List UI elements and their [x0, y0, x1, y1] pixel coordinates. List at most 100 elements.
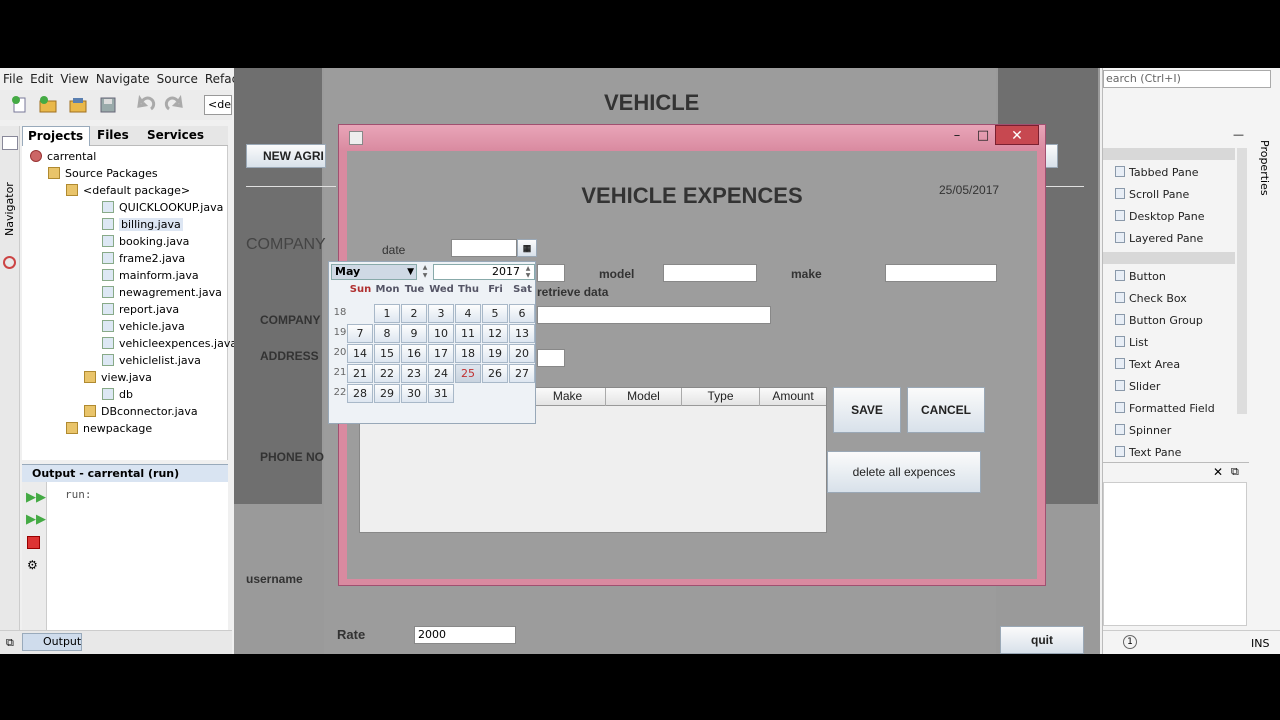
- calendar-day[interactable]: 21: [347, 364, 373, 383]
- calendar-day[interactable]: 12: [482, 324, 508, 343]
- palette-tabbed-pane[interactable]: Tabbed Pane: [1115, 166, 1198, 179]
- save-all-icon[interactable]: [98, 95, 118, 115]
- new-project-icon[interactable]: [38, 95, 58, 115]
- new-agreement-button[interactable]: NEW AGRI: [246, 144, 326, 168]
- calendar-day[interactable]: 23: [401, 364, 427, 383]
- calendar-day[interactable]: 16: [401, 344, 427, 363]
- calendar-day[interactable]: 30: [401, 384, 427, 403]
- palette-slider[interactable]: Slider: [1115, 380, 1160, 393]
- tree-item[interactable]: db: [102, 386, 133, 403]
- retrieve-field[interactable]: [537, 306, 771, 324]
- palette-list[interactable]: List: [1115, 336, 1148, 349]
- calendar-day[interactable]: 2: [401, 304, 427, 323]
- tree-item-selected[interactable]: billing.java: [102, 216, 183, 233]
- palette-group-header[interactable]: [1103, 252, 1235, 264]
- calendar-day[interactable]: 25: [455, 364, 481, 383]
- dialog-titlebar[interactable]: – □ ✕: [339, 125, 1045, 151]
- month-combo[interactable]: May ▼: [331, 264, 417, 280]
- tree-item[interactable]: report.java: [102, 301, 179, 318]
- calendar-day[interactable]: 27: [509, 364, 535, 383]
- properties-tab[interactable]: Properties: [1253, 140, 1271, 220]
- search-input[interactable]: earch (Ctrl+I): [1103, 70, 1271, 88]
- calendar-day[interactable]: 6: [509, 304, 535, 323]
- calendar-day[interactable]: 18: [455, 344, 481, 363]
- calendar-day[interactable]: 8: [374, 324, 400, 343]
- close-icon[interactable]: ✕: [1213, 465, 1223, 479]
- calendar-day[interactable]: 13: [509, 324, 535, 343]
- tree-item[interactable]: frame2.java: [102, 250, 185, 267]
- calendar-day[interactable]: 28: [347, 384, 373, 403]
- tab-services[interactable]: Services: [142, 126, 209, 146]
- calendar-day[interactable]: 5: [482, 304, 508, 323]
- calendar-day[interactable]: 19: [482, 344, 508, 363]
- tree-item[interactable]: mainform.java: [102, 267, 199, 284]
- calendar-day[interactable]: 17: [428, 344, 454, 363]
- new-file-icon[interactable]: [10, 95, 30, 115]
- palette-formatted-field[interactable]: Formatted Field: [1115, 402, 1215, 415]
- column-header-model[interactable]: Model: [606, 388, 682, 406]
- calendar-day[interactable]: 11: [455, 324, 481, 343]
- close-icon[interactable]: ✕: [995, 125, 1039, 145]
- menu-file[interactable]: File: [3, 72, 23, 86]
- tab-projects[interactable]: Projects ✕: [22, 126, 90, 162]
- delete-all-expences-button[interactable]: delete all expences: [827, 451, 981, 493]
- quit-button[interactable]: quit: [1000, 626, 1084, 654]
- restore-icon[interactable]: ⧉: [6, 636, 14, 650]
- tree-item[interactable]: vehicleexpences.java: [102, 335, 237, 352]
- palette-scroll-pane[interactable]: Scroll Pane: [1115, 188, 1189, 201]
- palette-button-group[interactable]: Button Group: [1115, 314, 1203, 327]
- palette-button[interactable]: Button: [1115, 270, 1166, 283]
- palette-desktop-pane[interactable]: Desktop Pane: [1115, 210, 1204, 223]
- calendar-day[interactable]: 10: [428, 324, 454, 343]
- column-header-make[interactable]: Make: [530, 388, 606, 406]
- tree-item[interactable]: vehicle.java: [102, 318, 185, 335]
- properties-sheet[interactable]: [1103, 482, 1247, 626]
- year-spinner-icon[interactable]: ▲ ▼: [523, 265, 533, 279]
- chevron-down-icon[interactable]: ▼: [407, 265, 414, 279]
- palette-spinner[interactable]: Spinner: [1115, 424, 1171, 437]
- tab-files[interactable]: Files: [92, 126, 134, 146]
- make-field[interactable]: [885, 264, 997, 282]
- calendar-day[interactable]: 22: [374, 364, 400, 383]
- palette-text-pane[interactable]: Text Pane: [1115, 446, 1181, 459]
- minimize-icon[interactable]: —: [1233, 128, 1244, 141]
- tree-item[interactable]: carrental: [30, 148, 96, 165]
- menu-navigate[interactable]: Navigate: [96, 72, 150, 86]
- menu-edit[interactable]: Edit: [30, 72, 53, 86]
- tree-item[interactable]: view.java: [84, 369, 152, 386]
- column-header-type[interactable]: Type: [682, 388, 760, 406]
- partial-field[interactable]: [537, 264, 565, 282]
- model-field[interactable]: [663, 264, 757, 282]
- calendar-day[interactable]: 26: [482, 364, 508, 383]
- save-button[interactable]: SAVE: [833, 387, 901, 433]
- output-tab[interactable]: Output: [22, 633, 82, 651]
- calendar-day[interactable]: 20: [509, 344, 535, 363]
- tree-item[interactable]: DBconnector.java: [84, 403, 198, 420]
- palette-scrollbar[interactable]: [1237, 148, 1247, 414]
- tree-item[interactable]: QUICKLOOKUP.java: [102, 199, 223, 216]
- date-field[interactable]: [451, 239, 517, 257]
- year-spinner[interactable]: 2017: [433, 264, 535, 280]
- tree-item[interactable]: vehiclelist.java: [102, 352, 201, 369]
- notification-icon[interactable]: 1: [1123, 635, 1137, 649]
- calendar-day[interactable]: 1: [374, 304, 400, 323]
- palette-text-area[interactable]: Text Area: [1115, 358, 1180, 371]
- month-spinner-icon[interactable]: ▲ ▼: [419, 264, 431, 280]
- calendar-day[interactable]: 7: [347, 324, 373, 343]
- restore-icon[interactable]: ⧉: [1231, 465, 1239, 479]
- tree-item[interactable]: newagrement.java: [102, 284, 222, 301]
- output-title[interactable]: Output - carrental (run): [22, 464, 228, 482]
- menu-source[interactable]: Source: [157, 72, 198, 86]
- palette-check-box[interactable]: Check Box: [1115, 292, 1187, 305]
- tree-item[interactable]: newpackage: [66, 420, 152, 437]
- cancel-button[interactable]: CANCEL: [907, 387, 985, 433]
- restore-icon[interactable]: [2, 136, 18, 150]
- rerun-with-options-icon[interactable]: ▶▶: [26, 512, 46, 527]
- redo-icon[interactable]: [164, 94, 184, 115]
- menu-view[interactable]: View: [60, 72, 88, 86]
- calendar-day[interactable]: 14: [347, 344, 373, 363]
- tree-item[interactable]: Source Packages: [48, 165, 158, 182]
- open-project-icon[interactable]: [68, 95, 88, 115]
- calendar-icon[interactable]: ▦: [517, 239, 537, 257]
- tree-item[interactable]: <default package>: [66, 182, 190, 199]
